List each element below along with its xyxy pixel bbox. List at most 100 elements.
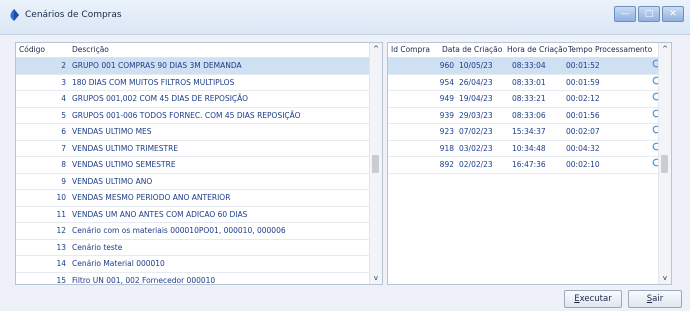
header-tempo-processamento[interactable]: Tempo Processamento [568, 45, 652, 54]
table-row[interactable]: 13 Cenário teste [16, 240, 382, 256]
cell-hora-criacao: 15:34:37 [512, 127, 546, 136]
cell-codigo: 4 [61, 94, 66, 103]
cell-descricao: VENDAS MESMO PERIODO ANO ANTERIOR [72, 193, 231, 202]
cell-data-criacao: 29/03/23 [459, 110, 493, 120]
cell-descricao: VENDAS UM ANO ANTES COM ADICAO 60 DIAS [72, 209, 248, 219]
minimize-button[interactable]: — [614, 6, 636, 22]
table-row[interactable]: 2 GRUPO 001 COMPRAS 90 DIAS 3M DEMANDA [16, 58, 382, 75]
cell-data-criacao: 26/04/23 [459, 77, 493, 87]
sair-label: air [652, 294, 664, 304]
header-codigo[interactable]: Código [19, 45, 45, 54]
cell-hora-criacao: 08:33:21 [512, 94, 546, 103]
cell-codigo: 8 [61, 160, 66, 169]
cell-descricao: VENDAS ULTIMO TRIMESTRE [72, 143, 179, 153]
scroll-thumb[interactable] [661, 155, 668, 173]
cell-tempo-processamento: 00:01:59 [566, 77, 600, 87]
scroll-up-icon[interactable]: ^ [370, 45, 382, 53]
header-descricao[interactable]: Descrição [72, 45, 109, 54]
table-row[interactable]: 3 180 DIAS COM MUITOS FILTROS MULTIPLOS [16, 75, 382, 91]
table-row[interactable]: 4 GRUPOS 001,002 COM 45 DIAS DE REPOSIÇÃO [16, 91, 382, 108]
table-row[interactable]: 11 VENDAS UM ANO ANTES COM ADICAO 60 DIAS [16, 207, 382, 223]
cell-codigo: 12 [56, 226, 66, 235]
table-row[interactable]: 960 10/05/23 08:33:04 00:01:52 [388, 58, 671, 75]
cell-id-compra: 954 [439, 77, 454, 87]
cell-id-compra: 918 [439, 143, 454, 153]
cell-descricao: VENDAS ULTIMO SEMESTRE [72, 160, 176, 169]
table-row[interactable]: 949 19/04/23 08:33:21 00:02:12 [388, 91, 671, 108]
header-hora-criacao[interactable]: Hora de Criação [507, 45, 567, 54]
scenarios-table[interactable]: Código Descrição 2 GRUPO 001 COMPRAS 90 D… [15, 42, 383, 285]
cell-id-compra: 923 [439, 127, 454, 136]
window-controls: — □ ✕ [614, 6, 684, 22]
table-row[interactable]: 14 Cenário Material 000010 [16, 256, 382, 273]
scenarios-scrollbar[interactable]: ^ v [369, 43, 382, 284]
cell-descricao: Cenário Material 000010 [72, 259, 165, 268]
cell-descricao: VENDAS ULTIMO ANO [72, 176, 153, 186]
cell-codigo: 15 [56, 275, 66, 285]
cell-codigo: 14 [56, 259, 66, 268]
cell-data-criacao: 02/02/23 [459, 160, 493, 169]
cell-hora-criacao: 08:33:01 [512, 77, 546, 87]
scroll-down-icon[interactable]: v [370, 274, 382, 282]
cell-descricao: Cenário teste [72, 242, 123, 252]
cell-hora-criacao: 16:47:36 [512, 160, 546, 169]
close-icon: ✕ [669, 9, 677, 19]
cell-id-compra: 939 [439, 110, 454, 120]
header-id-compra[interactable]: Id Compra [391, 45, 430, 54]
table-row[interactable]: 10 VENDAS MESMO PERIODO ANO ANTERIOR [16, 190, 382, 207]
cell-codigo: 5 [61, 110, 66, 120]
cell-hora-criacao: 08:33:06 [512, 110, 546, 120]
window-title: Cenários de Compras [25, 10, 122, 20]
maximize-button[interactable]: □ [638, 6, 660, 22]
cell-descricao: GRUPOS 001,002 COM 45 DIAS DE REPOSIÇÃO [72, 94, 249, 103]
cell-descricao: GRUPOS 001-006 TODOS FORNEC. COM 45 DIAS… [72, 110, 301, 120]
cell-codigo: 3 [61, 77, 66, 87]
table-row[interactable]: 923 07/02/23 15:34:37 00:02:07 [388, 124, 671, 141]
scroll-down-icon[interactable]: v [659, 274, 671, 282]
cell-tempo-processamento: 00:04:32 [566, 143, 600, 153]
cell-codigo: 9 [61, 176, 66, 186]
cell-codigo: 13 [56, 242, 66, 252]
cell-tempo-processamento: 00:02:12 [566, 94, 600, 103]
scroll-up-icon[interactable]: ^ [659, 45, 671, 53]
cell-tempo-processamento: 00:01:52 [566, 61, 600, 70]
table-row[interactable]: 939 29/03/23 08:33:06 00:01:56 [388, 108, 671, 124]
table-row[interactable]: 892 02/02/23 16:47:36 00:02:10 [388, 157, 671, 174]
scenarios-table-header: Código Descrição [16, 43, 382, 58]
executar-button[interactable]: Executar [564, 290, 622, 308]
cell-descricao: Filtro UN 001, 002 Fornecedor 000010 [72, 275, 216, 285]
cell-codigo: 11 [56, 209, 66, 219]
cell-tempo-processamento: 00:02:07 [566, 127, 600, 136]
close-button[interactable]: ✕ [662, 6, 684, 22]
cell-data-criacao: 19/04/23 [459, 94, 493, 103]
cell-id-compra: 892 [439, 160, 454, 169]
table-row[interactable]: 5 GRUPOS 001-006 TODOS FORNEC. COM 45 DIA… [16, 108, 382, 124]
scroll-thumb[interactable] [372, 155, 379, 173]
scenarios-table-body: 2 GRUPO 001 COMPRAS 90 DIAS 3M DEMANDA 3 18… [16, 58, 382, 285]
table-row[interactable]: 954 26/04/23 08:33:01 00:01:59 [388, 75, 671, 91]
table-row[interactable]: 9 VENDAS ULTIMO ANO [16, 174, 382, 190]
executar-label: xecutar [579, 294, 612, 304]
cell-tempo-processamento: 00:01:56 [566, 110, 600, 120]
table-row[interactable]: 12 Cenário com os materiais 000010PO01, 0… [16, 223, 382, 240]
sair-button[interactable]: Sair [628, 290, 682, 308]
table-row[interactable]: 15 Filtro UN 001, 002 Fornecedor 000010 [16, 273, 382, 285]
window: Cenários de Compras — □ ✕ Código Descriç… [0, 0, 690, 311]
minimize-icon: — [620, 9, 630, 19]
header-data-criacao[interactable]: Data de Criação [442, 45, 502, 54]
cell-data-criacao: 07/02/23 [459, 127, 493, 136]
cell-hora-criacao: 10:34:48 [512, 143, 546, 153]
purchases-scrollbar[interactable]: ^ v [658, 43, 671, 284]
purchases-table[interactable]: Id Compra Data de Criação Hora de Criaçã… [387, 42, 672, 285]
cell-tempo-processamento: 00:02:10 [566, 160, 600, 169]
cell-descricao: VENDAS ULTIMO MES [72, 127, 152, 136]
cell-descricao: GRUPO 001 COMPRAS 90 DIAS 3M DEMANDA [72, 61, 242, 70]
cell-codigo: 2 [61, 61, 66, 70]
purchases-table-body: 960 10/05/23 08:33:04 00:01:52 954 26/04/23 08… [388, 58, 671, 174]
table-row[interactable]: 918 03/02/23 10:34:48 00:04:32 [388, 141, 671, 157]
cell-codigo: 6 [61, 127, 66, 136]
table-row[interactable]: 7 VENDAS ULTIMO TRIMESTRE [16, 141, 382, 157]
table-row[interactable]: 6 VENDAS ULTIMO MES [16, 124, 382, 141]
table-row[interactable]: 8 VENDAS ULTIMO SEMESTRE [16, 157, 382, 174]
title-bar: Cenários de Compras — □ ✕ [0, 0, 690, 35]
